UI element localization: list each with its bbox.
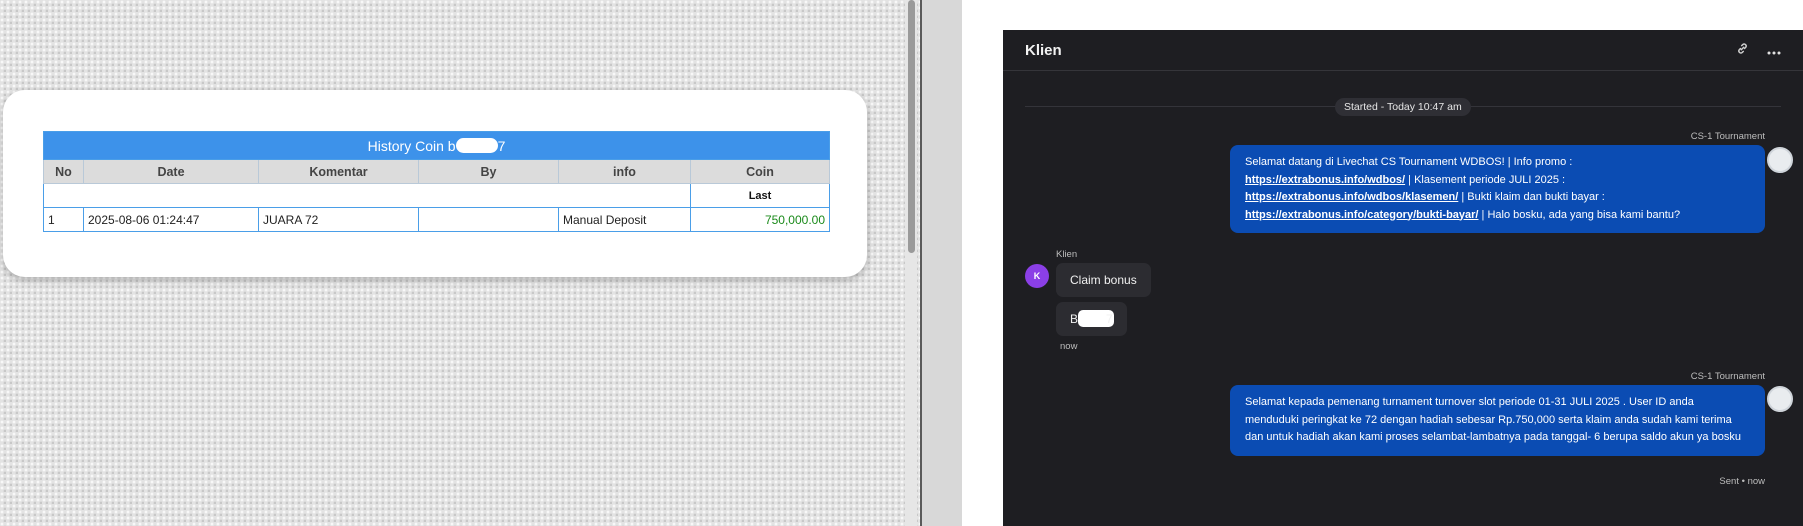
started-label: Started - Today 10:47 am <box>1335 98 1471 116</box>
agent-message-winner: Selamat kepada pemenang turnament turnov… <box>1230 385 1765 456</box>
column-header-info: info <box>558 159 691 184</box>
agent-message-welcome: Selamat datang di Livechat CS Tournament… <box>1230 145 1765 233</box>
cell-no: 1 <box>43 207 84 232</box>
last-row-spacer <box>43 183 691 208</box>
promo-link[interactable]: https://extrabonus.info/wdbos/ <box>1245 174 1405 186</box>
more-icon[interactable] <box>1767 42 1781 58</box>
last-label: Last <box>690 183 830 208</box>
cell-info: Manual Deposit <box>558 207 691 232</box>
cell-by <box>418 207 559 232</box>
agent-name: CS-1 Tournament <box>1690 131 1765 142</box>
agent-avatar <box>1767 147 1793 173</box>
chat-title: Klien <box>1025 41 1062 59</box>
column-header-coin: Coin <box>690 159 830 184</box>
client-message-claim: Claim bonus <box>1056 263 1151 297</box>
klasemen-link[interactable]: https://extrabonus.info/wdbos/klasemen/ <box>1245 191 1458 203</box>
right-pane-background <box>922 0 962 526</box>
chat-header: Klien <box>1003 30 1803 71</box>
scrollbar-thumb[interactable] <box>908 0 915 253</box>
column-header-komentar: Komentar <box>258 159 419 184</box>
table-title: History Coin b7 <box>43 131 830 160</box>
history-card: History Coin b7 No Date Komentar By info… <box>3 90 867 277</box>
link-icon[interactable] <box>1736 42 1749 58</box>
client-name: Klien <box>1056 249 1078 260</box>
sent-status: Sent • now <box>1719 476 1765 487</box>
cell-coin: 750,000.00 <box>690 207 830 232</box>
agent-name: CS-1 Tournament <box>1690 371 1765 382</box>
history-coin-table: History Coin b7 No Date Komentar By info… <box>43 131 830 232</box>
chat-window: Klien Started - Today 10:47 am CS-1 Tour… <box>1003 30 1803 526</box>
client-message-username: B7 <box>1056 302 1127 336</box>
table-row: 1 2025-08-06 01:24:47 JUARA 72 Manual De… <box>43 207 830 232</box>
client-timestamp: now <box>1060 341 1078 352</box>
redacted-username <box>455 137 498 153</box>
agent-avatar <box>1767 386 1793 412</box>
cell-date: 2025-08-06 01:24:47 <box>83 207 259 232</box>
bukti-bayar-link[interactable]: https://extrabonus.info/category/bukti-b… <box>1245 209 1478 221</box>
column-header-date: Date <box>83 159 259 184</box>
cell-komentar: JUARA 72 <box>258 207 419 232</box>
column-header-by: By <box>418 159 559 184</box>
column-header-no: No <box>43 159 84 184</box>
client-avatar: K <box>1025 264 1049 288</box>
